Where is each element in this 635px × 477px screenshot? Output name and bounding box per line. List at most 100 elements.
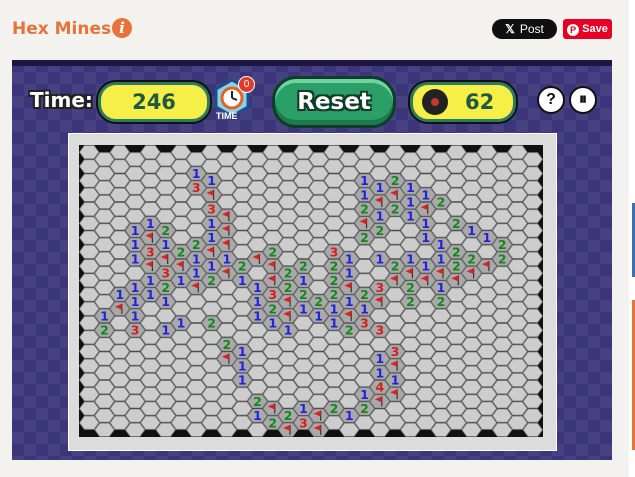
hex-cell[interactable] bbox=[507, 373, 528, 387]
hex-cell[interactable] bbox=[109, 415, 130, 430]
hex-cell[interactable] bbox=[79, 187, 100, 202]
hex-cell[interactable] bbox=[293, 316, 314, 331]
hex-cell[interactable] bbox=[293, 387, 314, 402]
hex-cell[interactable] bbox=[232, 301, 253, 316]
hex-cell[interactable] bbox=[415, 415, 436, 430]
hex-cell[interactable] bbox=[201, 401, 222, 416]
hex-cell[interactable] bbox=[308, 266, 329, 281]
hex-cell[interactable] bbox=[522, 209, 543, 224]
hex-cell[interactable] bbox=[507, 230, 528, 245]
hex-cell[interactable] bbox=[94, 280, 115, 295]
hex-cell[interactable] bbox=[94, 408, 115, 423]
info-icon[interactable]: i bbox=[112, 18, 132, 38]
hex-cell[interactable] bbox=[369, 408, 390, 423]
hex-cell[interactable] bbox=[492, 422, 513, 437]
hex-cell[interactable] bbox=[446, 159, 467, 174]
hex-cell[interactable] bbox=[507, 187, 528, 202]
hex-cell[interactable] bbox=[201, 301, 222, 316]
hex-cell[interactable] bbox=[201, 287, 222, 302]
hex-cell[interactable] bbox=[385, 230, 406, 245]
hex-cell[interactable] bbox=[278, 337, 299, 352]
hex-cell[interactable] bbox=[125, 166, 146, 181]
hex-cell[interactable] bbox=[461, 394, 482, 409]
hex-cell[interactable] bbox=[461, 365, 482, 380]
hex-cell[interactable] bbox=[354, 145, 375, 160]
hex-cell[interactable] bbox=[369, 166, 390, 181]
hex-cell[interactable] bbox=[323, 159, 344, 174]
hex-cell[interactable] bbox=[492, 152, 513, 167]
hex-cell[interactable] bbox=[415, 244, 436, 259]
hex-cell[interactable] bbox=[385, 301, 406, 316]
hex-cell[interactable] bbox=[492, 195, 513, 209]
hex-cell[interactable] bbox=[201, 159, 222, 174]
hex-cell[interactable] bbox=[522, 266, 543, 281]
hex-cell[interactable] bbox=[446, 202, 467, 216]
hex-cell[interactable] bbox=[492, 209, 513, 224]
hex-cell[interactable] bbox=[170, 415, 192, 430]
hex-cell[interactable] bbox=[339, 337, 360, 352]
hex-cell[interactable] bbox=[216, 152, 237, 167]
hex-cell[interactable] bbox=[140, 330, 161, 345]
hex-cell[interactable] bbox=[415, 301, 436, 316]
hex-cell[interactable] bbox=[94, 237, 115, 252]
hex-cell[interactable] bbox=[293, 216, 314, 231]
hex-cell[interactable] bbox=[476, 373, 497, 387]
hex-cell[interactable] bbox=[262, 387, 283, 402]
hex-cell[interactable] bbox=[155, 209, 176, 224]
hex-cell[interactable] bbox=[400, 408, 421, 423]
hex-cell[interactable] bbox=[140, 187, 161, 202]
hex-cell[interactable] bbox=[522, 237, 543, 252]
hex-cell[interactable] bbox=[247, 351, 268, 366]
hex-cell[interactable] bbox=[522, 223, 543, 238]
hex-cell[interactable] bbox=[308, 365, 329, 380]
hex-cell[interactable] bbox=[476, 145, 497, 160]
hex-cell[interactable] bbox=[125, 422, 146, 437]
hex-cell[interactable] bbox=[125, 209, 146, 224]
hex-cell[interactable] bbox=[186, 337, 207, 352]
hex-cell[interactable] bbox=[400, 323, 421, 338]
hex-cell[interactable] bbox=[140, 387, 161, 402]
hex-cell[interactable] bbox=[247, 166, 268, 181]
hex-cell[interactable] bbox=[186, 209, 207, 224]
hex-cell[interactable] bbox=[461, 323, 482, 338]
hex-cell[interactable] bbox=[476, 159, 497, 174]
hex-cell[interactable] bbox=[232, 330, 253, 345]
hex-cell[interactable] bbox=[492, 380, 513, 395]
hex-cell[interactable] bbox=[507, 259, 528, 273]
hex-cell[interactable] bbox=[461, 180, 482, 195]
hex-cell[interactable] bbox=[308, 209, 329, 224]
hex-cell[interactable] bbox=[155, 166, 176, 181]
hex-cell[interactable] bbox=[446, 373, 467, 387]
hex-cell[interactable] bbox=[446, 145, 467, 160]
hex-cell[interactable] bbox=[155, 337, 176, 352]
hex-cell[interactable] bbox=[492, 365, 513, 380]
hex-cell[interactable] bbox=[79, 316, 100, 331]
hex-cell[interactable] bbox=[109, 373, 130, 387]
hex-cell[interactable] bbox=[430, 223, 452, 238]
hex-cell[interactable] bbox=[186, 223, 207, 238]
hex-cell[interactable] bbox=[323, 344, 344, 359]
hex-cell[interactable] bbox=[507, 173, 528, 188]
hex-cell[interactable] bbox=[461, 351, 482, 366]
hex-cell[interactable] bbox=[94, 180, 115, 195]
hex-cell[interactable] bbox=[308, 351, 329, 366]
hex-cell[interactable] bbox=[369, 152, 390, 167]
hex-cell[interactable] bbox=[79, 401, 100, 416]
hex-cell[interactable] bbox=[308, 195, 329, 209]
hex-cell[interactable] bbox=[461, 308, 482, 323]
hex-cell[interactable] bbox=[293, 159, 314, 174]
hex-cell[interactable] bbox=[308, 237, 329, 252]
hex-cell[interactable] bbox=[323, 173, 344, 188]
hex-cell[interactable] bbox=[308, 152, 329, 167]
hex-cell[interactable] bbox=[79, 301, 100, 316]
hex-cell[interactable] bbox=[430, 394, 452, 409]
hex-cell[interactable] bbox=[385, 316, 406, 331]
hex-cell[interactable] bbox=[354, 244, 375, 259]
hex-cell[interactable] bbox=[308, 337, 329, 352]
hex-cell[interactable] bbox=[94, 365, 115, 380]
hex-cell[interactable] bbox=[155, 180, 176, 195]
hex-cell[interactable] bbox=[201, 415, 222, 430]
hex-cell[interactable] bbox=[186, 380, 207, 395]
hex-cell[interactable] bbox=[79, 358, 100, 373]
hex-cell[interactable] bbox=[522, 422, 543, 437]
